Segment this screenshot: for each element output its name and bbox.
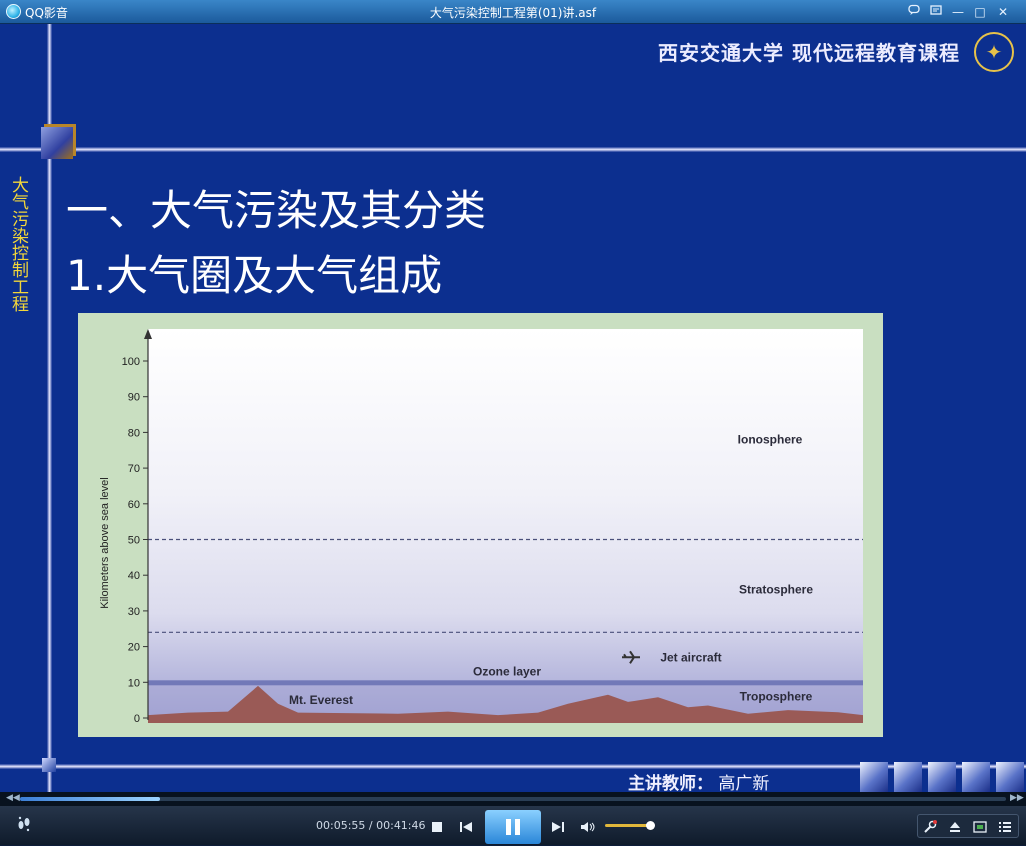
y-axis-label: Kilometers above sea level (99, 477, 111, 608)
time-display: 00:05:55 / 00:41:46 (316, 819, 426, 832)
total-time: 00:41:46 (376, 819, 426, 832)
maximize-button[interactable]: □ (970, 3, 990, 21)
decor-square (41, 127, 73, 159)
slide-subheading: 1.大气圈及大气组成 (66, 251, 443, 300)
footprint-icon[interactable] (14, 815, 34, 835)
pause-button[interactable] (485, 810, 541, 844)
annotation-label: Stratosphere (739, 582, 813, 596)
y-tick-label: 100 (122, 356, 140, 368)
volume-slider[interactable] (605, 824, 651, 827)
y-tick-label: 90 (128, 392, 140, 404)
y-tick-label: 0 (134, 713, 140, 725)
course-side-title: 大气污染控制工程 (8, 176, 28, 312)
playlist-icon[interactable] (997, 819, 1013, 835)
seek-progress (20, 797, 160, 801)
decor-tile (860, 762, 888, 792)
decor-tile (996, 762, 1024, 792)
lecturer-name: 高广新 (718, 774, 770, 792)
previous-button[interactable] (458, 818, 474, 832)
window-title: 大气污染控制工程第(01)讲.asf (429, 6, 597, 20)
y-tick-label: 10 (128, 677, 140, 689)
y-tick-label: 40 (128, 570, 140, 582)
decor-tile (928, 762, 956, 792)
control-bar: 00:05:55 / 00:41:46 (0, 806, 1026, 845)
seek-back-icon[interactable]: ◀◀ (6, 793, 20, 803)
seek-track[interactable] (20, 797, 1006, 801)
video-area[interactable]: 西安交通大学 现代远程教育课程 ✦ 大气污染控制工程 一、大气污染及其分类 1.… (0, 24, 1026, 792)
close-button[interactable]: ✕ (993, 3, 1013, 21)
seek-forward-icon[interactable]: ▶▶ (1010, 793, 1024, 803)
volume-icon[interactable] (579, 818, 597, 832)
title-bar[interactable]: QQ影音 大气污染控制工程第(01)讲.asf — □ ✕ (0, 0, 1026, 24)
decor-square-small (42, 758, 56, 772)
atmosphere-figure: 0 10 20 30 40 50 60 70 80 90 100 Kilometers above s… (78, 313, 883, 737)
tool-group (917, 814, 1019, 838)
settings-wrench-icon[interactable] (922, 819, 938, 835)
annotation-label: Ionosphere (738, 433, 803, 447)
seek-bar[interactable]: ◀◀ ▶▶ (0, 792, 1026, 806)
university-logo-icon: ✦ (974, 32, 1014, 72)
lecturer-line: 主讲教师： 高广新 (628, 769, 769, 792)
next-button[interactable] (550, 818, 566, 832)
ozone-layer-band (148, 680, 863, 686)
annotation-label: Jet aircraft (660, 650, 721, 664)
annotation-label: Troposphere (740, 690, 813, 704)
minimize-button[interactable]: — (948, 3, 968, 21)
decor-tile (962, 762, 990, 792)
lecturer-label: 主讲教师： (628, 774, 713, 792)
skin-icon[interactable] (926, 3, 946, 21)
y-tick-label: 20 (128, 642, 140, 654)
y-tick-label: 30 (128, 606, 140, 618)
annotation-label: Ozone layer (473, 665, 541, 679)
y-tick-label: 60 (128, 499, 140, 511)
atmosphere-chart: 0 10 20 30 40 50 60 70 80 90 100 Kilometers above s… (99, 329, 863, 725)
y-tick-label: 70 (128, 463, 140, 475)
course-header: 西安交通大学 现代远程教育课程 (658, 41, 960, 65)
volume-knob[interactable] (646, 821, 655, 830)
eject-icon[interactable] (947, 819, 963, 835)
y-tick-label: 50 (128, 535, 140, 547)
stop-button[interactable] (430, 818, 444, 832)
slide-heading: 一、大气污染及其分类 (66, 186, 487, 235)
decor-tile (894, 762, 922, 792)
annotation-label: Mt. Everest (289, 693, 353, 707)
current-time: 00:05:55 (316, 819, 366, 832)
y-tick-label: 80 (128, 427, 140, 439)
screenshot-icon[interactable] (972, 819, 988, 835)
chat-icon[interactable] (904, 3, 924, 21)
decor-horizontal-line (0, 147, 1026, 152)
